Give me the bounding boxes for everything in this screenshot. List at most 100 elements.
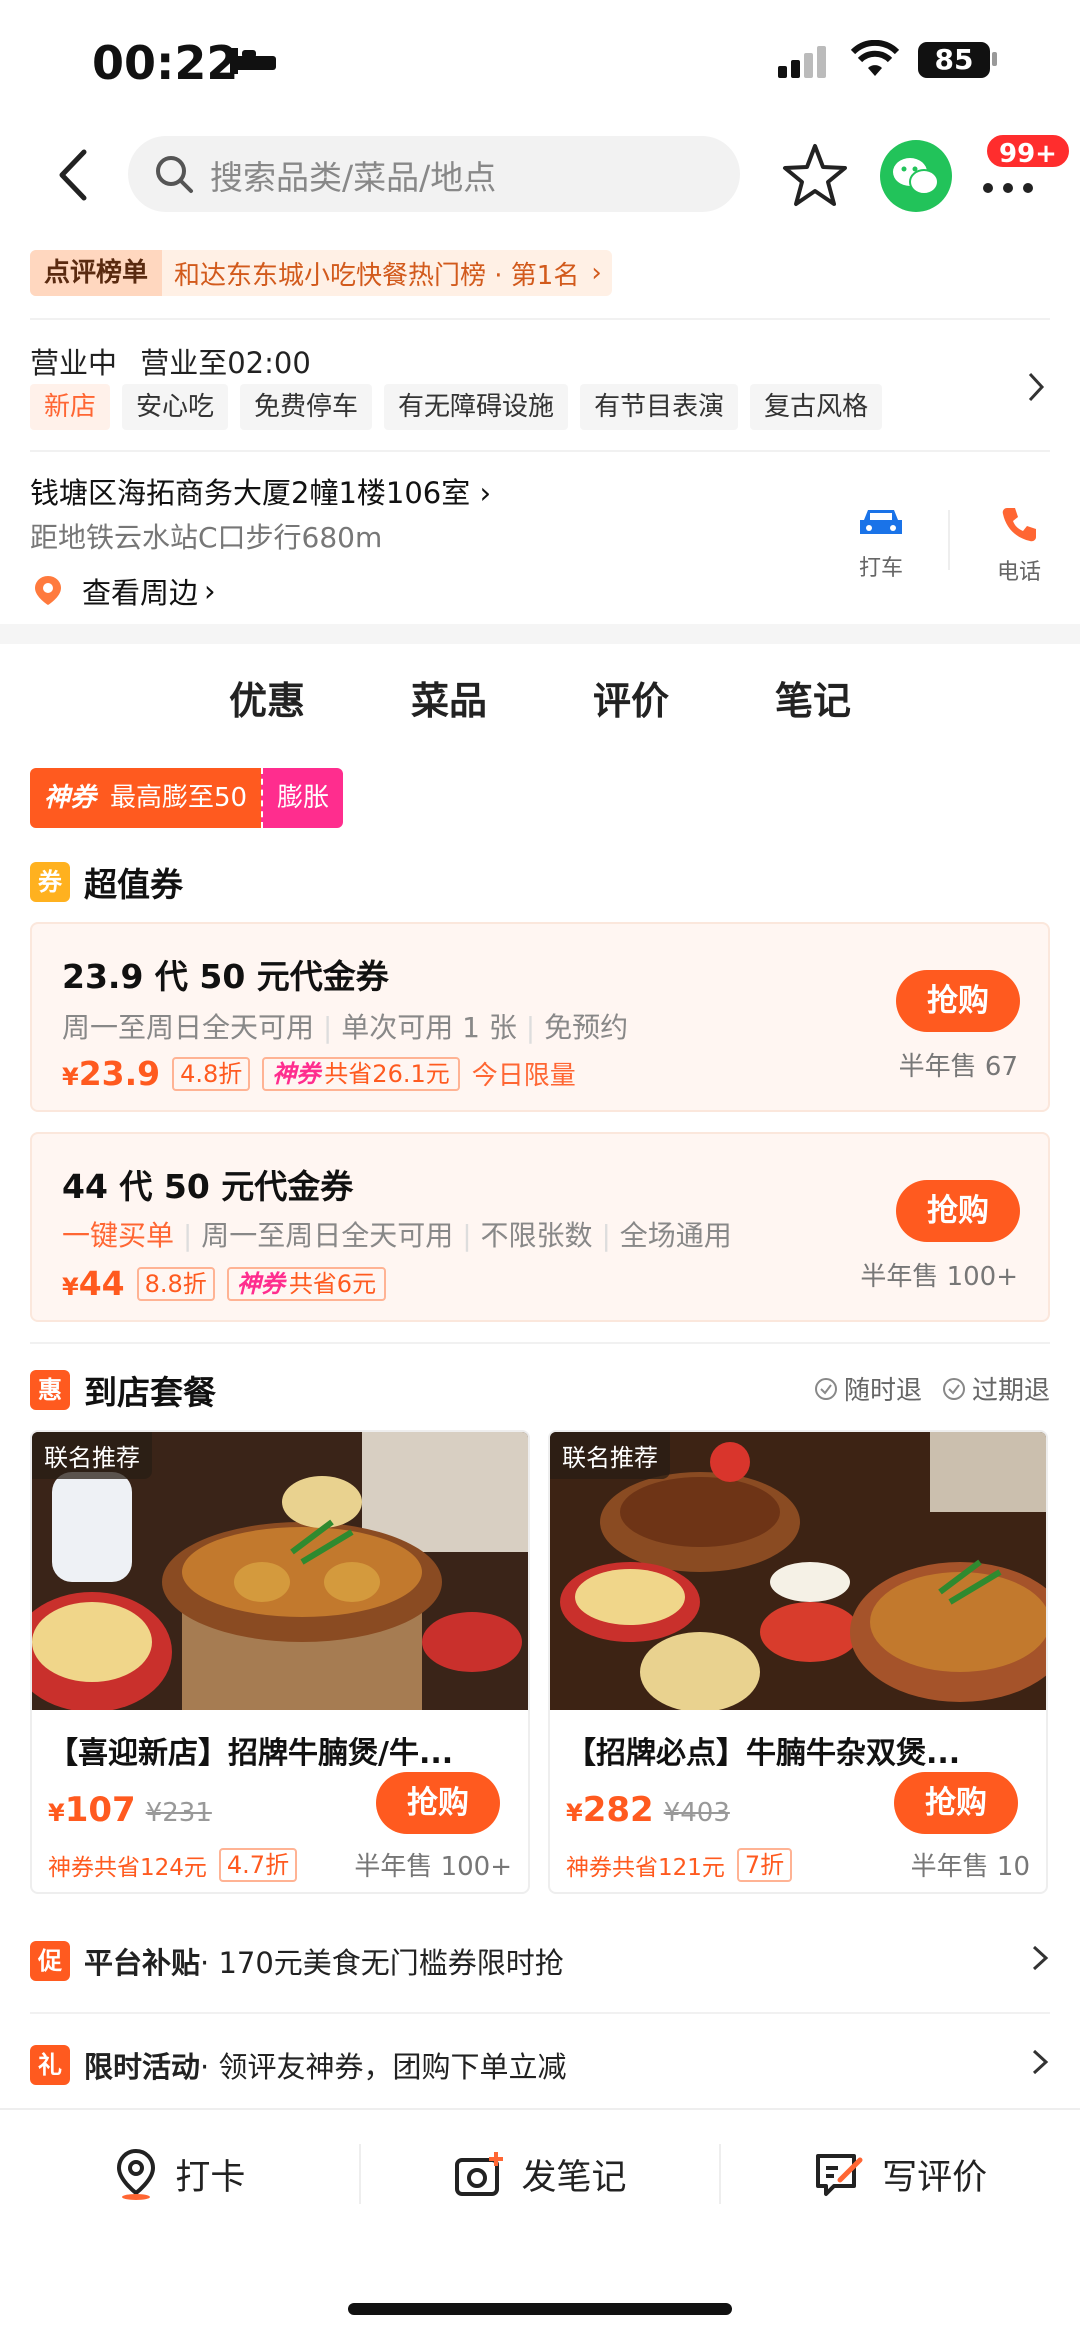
metro-distance: 距地铁云水站C口步行680m	[30, 521, 383, 554]
promo-text: · 170元美食无门槛券限时抢	[200, 1946, 564, 1980]
coupon-desc-item: 全场通用	[619, 1219, 732, 1252]
original-price: ¥231	[145, 1798, 212, 1828]
currency-symbol: ¥	[566, 1799, 583, 1827]
shop-tag: 免费停车	[240, 384, 373, 430]
shop-address[interactable]: 钱塘区海拓商务大厦2幢1楼106室 ›	[30, 470, 491, 512]
discount-badge: 4.8折	[172, 1056, 251, 1091]
checkin-label: 打卡	[175, 2157, 246, 2198]
status-time: 00:22	[92, 36, 239, 90]
coupon-desc-item: 单次可用 1 张	[341, 1011, 517, 1044]
buy-button[interactable]: 抢购	[896, 970, 1020, 1032]
package-card[interactable]: 联名推荐 【招牌必点】牛腩牛杂双煲... ¥282 ¥403 抢购 神券共省12…	[548, 1430, 1048, 1894]
shop-tag: 新店	[30, 384, 111, 430]
shop-tag: 安心吃	[122, 384, 229, 430]
package-image: 联名推荐	[32, 1432, 528, 1710]
expand-button[interactable]: 膨胀	[261, 768, 344, 828]
open-state: 营业中	[30, 346, 118, 380]
buy-button[interactable]: 抢购	[894, 1772, 1018, 1834]
coupon-desc-highlight: 一键买单	[62, 1219, 175, 1252]
divider	[30, 450, 1050, 452]
edit-review-icon	[816, 2154, 863, 2196]
nearby-link[interactable]: 查看周边 ›	[30, 570, 216, 612]
package-image: 联名推荐	[550, 1432, 1046, 1710]
phone-button[interactable]: 电话	[984, 504, 1054, 586]
coupons-section-header: 券 超值券	[30, 858, 183, 906]
tab-bar: 优惠 菜品 评价 笔记	[0, 670, 1080, 733]
buy-button[interactable]: 抢购	[376, 1772, 500, 1834]
coupon-price: ¥23.9	[62, 1054, 160, 1093]
signal-icon	[778, 44, 834, 84]
sold-count: 半年售 10	[910, 1852, 1030, 1882]
hours-chevron-icon[interactable]	[1026, 370, 1046, 408]
chevron-left-icon	[59, 149, 87, 201]
shen-brand: 神券	[236, 1269, 285, 1298]
coupon-desc-item: 周一至周日全天可用	[62, 1011, 315, 1044]
promo-row-subsidy[interactable]: 促 平台补贴 · 170元美食无门槛券限时抢	[30, 1940, 1050, 1982]
promo-row-activity[interactable]: 礼 限时活动 · 领评友神券，团购下单立减	[30, 2044, 1050, 2086]
section-title: 超值券	[84, 865, 183, 904]
saving-text: 共省26.1元	[324, 1059, 450, 1088]
coupon-price-row: ¥23.9 4.8折 神券 共省26.1元 今日限量	[62, 1054, 576, 1093]
tab-reviews[interactable]: 评价	[540, 670, 722, 725]
promo-icon: 礼	[30, 2045, 70, 2085]
shop-tag: 有节目表演	[580, 384, 739, 430]
post-note-button[interactable]: 发笔记	[361, 2149, 720, 2200]
coupon-card[interactable]: 44 代 50 元代金券 一键买单 | 周一至周日全天可用 | 不限张数 | 全…	[30, 1132, 1050, 1322]
location-pin-icon	[35, 576, 61, 605]
original-price: ¥403	[663, 1798, 730, 1828]
home-indicator	[348, 2303, 732, 2315]
nearby-label: 查看周边	[82, 576, 199, 610]
check-circle-icon	[942, 1377, 965, 1400]
ranking-text: 和达东东城小吃快餐热门榜 · 第1名	[174, 260, 580, 291]
favorite-button[interactable]	[780, 140, 850, 210]
refund-tags: 随时退 过期退	[814, 1370, 1050, 1407]
package-saving: 神券共省121元 7折	[566, 1848, 793, 1882]
promo-title: 平台补贴	[84, 1946, 201, 1980]
coupon-icon: 券	[30, 862, 70, 902]
wechat-share-button[interactable]	[880, 140, 952, 212]
refund-expired-label: 过期退	[971, 1376, 1050, 1406]
section-title: 到店套餐	[84, 1373, 216, 1412]
divider	[30, 2012, 1050, 2014]
phone-label: 电话	[996, 560, 1041, 585]
saving-text: 神券共省121元	[566, 1855, 725, 1881]
tab-notes[interactable]: 笔记	[722, 670, 904, 725]
camera-plus-icon	[454, 2152, 503, 2196]
package-title: 【喜迎新店】招牌牛腩煲/牛...	[48, 1736, 454, 1771]
coupon-card[interactable]: 23.9 代 50 元代金券 周一至周日全天可用 | 单次可用 1 张 | 免预…	[30, 922, 1050, 1112]
wechat-icon	[893, 158, 939, 195]
refund-anytime-label: 随时退	[843, 1376, 922, 1406]
star-icon	[783, 144, 847, 206]
search-input[interactable]: 搜索品类/菜品/地点	[128, 136, 740, 212]
divider	[948, 510, 950, 570]
coupon-desc: 一键买单 | 周一至周日全天可用 | 不限张数 | 全场通用	[62, 1219, 732, 1252]
battery-level: 85	[934, 43, 974, 76]
package-price: ¥282 ¥403	[566, 1790, 730, 1830]
buy-button[interactable]: 抢购	[896, 1180, 1020, 1242]
saving-text: 共省6元	[288, 1269, 377, 1298]
post-note-label: 发笔记	[521, 2157, 627, 2198]
currency-symbol: ¥	[48, 1799, 65, 1827]
taxi-button[interactable]: 打车	[846, 504, 916, 582]
checkin-button[interactable]: 打卡	[0, 2147, 359, 2201]
promo-title: 限时活动	[84, 2050, 201, 2084]
business-hours[interactable]: 营业中 营业至02:00	[30, 340, 311, 382]
search-icon	[156, 156, 193, 193]
chevron-right-icon: ›	[204, 574, 216, 608]
sold-count: 半年售 67	[898, 1052, 1018, 1082]
tab-dishes[interactable]: 菜品	[358, 670, 540, 725]
shen-text: 最高膨至50	[110, 783, 248, 813]
chevron-right-icon	[1030, 1943, 1050, 1980]
shen-coupon-banner[interactable]: 神券 最高膨至50 膨胀	[30, 768, 344, 828]
tab-offers[interactable]: 优惠	[176, 670, 358, 733]
back-button[interactable]	[48, 140, 98, 210]
package-card[interactable]: 联名推荐 【喜迎新店】招牌牛腩煲/牛... ¥107 ¥231 抢购 神券共省1…	[30, 1430, 530, 1894]
currency-symbol: ¥	[62, 1273, 79, 1301]
write-review-button[interactable]: 写评价	[721, 2149, 1080, 2200]
saving-badge: 神券 共省26.1元	[262, 1056, 460, 1091]
ranking-banner[interactable]: 点评榜单 和达东东城小吃快餐热门榜 · 第1名 ›	[30, 250, 612, 296]
chevron-right-icon	[1030, 2047, 1050, 2084]
limit-text: 今日限量	[471, 1061, 576, 1091]
hours-text: 营业至02:00	[140, 346, 311, 380]
price-value: 107	[64, 1790, 136, 1830]
